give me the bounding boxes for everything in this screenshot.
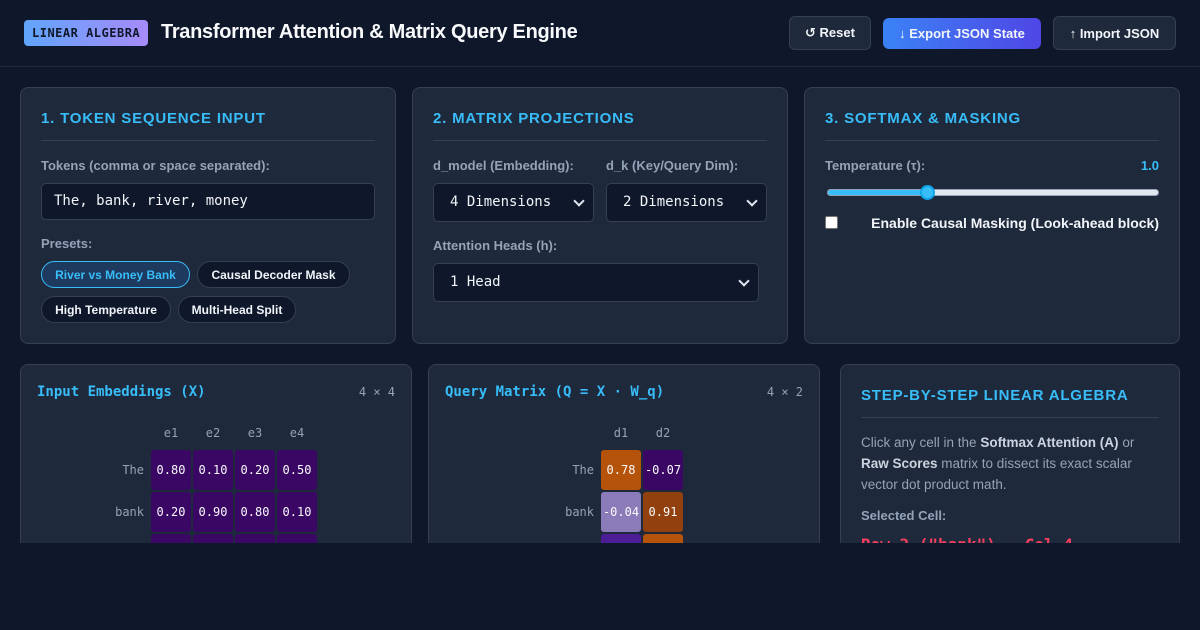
divider [825,140,1159,141]
preset-high-temperature[interactable]: High Temperature [41,296,171,323]
preset-multi-head-split[interactable]: Multi-Head Split [178,296,296,323]
d-k-value: 2 Dimensions [623,194,725,210]
slider-fill [828,190,927,195]
matrix-title: Input Embeddings (X) [37,384,206,400]
panel-title: STEP-BY-STEP LINEAR ALGEBRA [861,387,1129,404]
matrix-cell[interactable]: 0.90 [193,492,233,532]
causal-mask-checkbox[interactable] [825,216,838,229]
preset-causal-decoder-mask[interactable]: Causal Decoder Mask [197,261,350,288]
slider-thumb[interactable] [920,185,935,200]
causal-mask-label[interactable]: Enable Causal Masking (Look-ahead block) [871,215,1159,231]
column-header: d1 [613,426,629,440]
column-header: e1 [163,426,179,440]
input-embeddings-panel: Input Embeddings (X) 4 × 4 e1 e2 e3 e4 T… [20,364,412,574]
explainer-description: Click any cell in the Softmax Attention … [861,435,1135,492]
matrix-cell[interactable]: 0.91 [643,492,683,532]
heads-label: Attention Heads (h): [433,238,558,253]
domain-badge: LINEAR ALGEBRA [24,20,149,46]
viewport-clip [0,543,1200,630]
step-by-step-panel: STEP-BY-STEP LINEAR ALGEBRA Click any ce… [840,364,1180,554]
matrix-cell[interactable]: 0.10 [193,450,233,490]
d-model-value: 4 Dimensions [450,194,552,210]
export-json-button[interactable]: ↓ Export JSON State [883,18,1041,49]
row-header: The [572,463,594,477]
query-matrix-panel: Query Matrix (Q = X · W_q) 4 × 2 d1 d2 T… [428,364,820,574]
matrix-cell[interactable]: 0.78 [601,450,641,490]
matrix-cell[interactable]: 0.10 [277,492,317,532]
app-header: LINEAR ALGEBRA Transformer Attention & M… [0,0,1200,67]
heads-select[interactable]: 1 Head [433,263,759,302]
panel-title: 1. TOKEN SEQUENCE INPUT [41,110,266,127]
row-header: bank [115,505,144,519]
column-header: e4 [289,426,305,440]
token-input-panel: 1. TOKEN SEQUENCE INPUT Tokens (comma or… [20,87,396,344]
d-k-label: d_k (Key/Query Dim): [606,158,739,173]
reset-button[interactable]: ↺ Reset [789,16,871,50]
column-header: e2 [205,426,221,440]
matrix-cell[interactable]: 0.20 [151,492,191,532]
matrix-cell[interactable]: 0.80 [151,450,191,490]
matrix-cell[interactable]: 0.50 [277,450,317,490]
column-header: e3 [247,426,263,440]
chevron-down-icon [738,275,750,287]
selected-cell-label: Selected Cell: [861,508,947,523]
softmax-masking-panel: 3. SOFTMAX & MASKING Temperature (τ): 1.… [804,87,1180,344]
divider [433,140,767,141]
matrix-cell[interactable]: -0.07 [643,450,683,490]
tokens-label: Tokens (comma or space separated): [41,158,270,173]
row-header: The [122,463,144,477]
page-title: Transformer Attention & Matrix Query Eng… [161,21,578,43]
column-header: d2 [655,426,671,440]
temperature-label: Temperature (τ): [825,158,926,173]
temperature-value: 1.0 [1140,158,1159,173]
chevron-down-icon [746,195,758,207]
temperature-slider[interactable] [827,185,1159,200]
preset-river-vs-money-bank[interactable]: River vs Money Bank [41,261,190,288]
matrix-dims: 4 × 4 [358,385,395,399]
heads-value: 1 Head [450,274,501,290]
import-json-button[interactable]: ↑ Import JSON [1053,16,1176,50]
matrix-title: Query Matrix (Q = X · W_q) [445,384,665,400]
divider [41,140,375,141]
matrix-dims: 4 × 2 [766,385,803,399]
d-k-select[interactable]: 2 Dimensions [606,183,767,222]
panel-title: 2. MATRIX PROJECTIONS [433,110,635,127]
divider [861,417,1159,418]
row-header: bank [565,505,594,519]
d-model-label: d_model (Embedding): [433,158,574,173]
matrix-cell[interactable]: 0.80 [235,492,275,532]
matrix-projections-panel: 2. MATRIX PROJECTIONS d_model (Embedding… [412,87,788,344]
matrix-cell[interactable]: -0.04 [601,492,641,532]
tokens-input[interactable]: The, bank, river, money [41,183,375,220]
panel-title: 3. SOFTMAX & MASKING [825,110,1022,127]
matrix-cell[interactable]: 0.20 [235,450,275,490]
d-model-select[interactable]: 4 Dimensions [433,183,594,222]
chevron-down-icon [573,195,585,207]
presets-label: Presets: [41,236,93,251]
